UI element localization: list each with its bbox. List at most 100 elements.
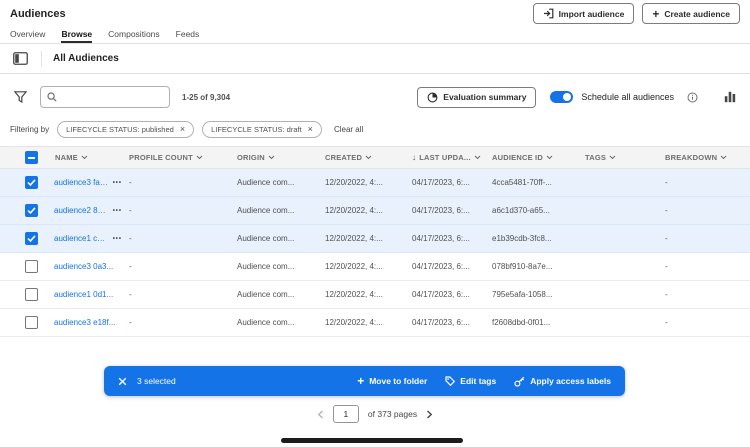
bulk-action-bar: 3 selected + Move to folder Edit tags Ap…	[104, 366, 625, 396]
audience-id-cell: e1b39cdb-3fc8...	[492, 234, 552, 243]
more-actions-button[interactable]: •••	[113, 180, 122, 186]
view-settings-icon[interactable]	[720, 87, 740, 107]
left-rail-toggle-icon[interactable]	[10, 50, 30, 68]
row-checkbox-cell	[0, 309, 48, 336]
filter-icon[interactable]	[10, 87, 30, 107]
row-checkbox[interactable]	[24, 316, 38, 329]
section-header: All Audiences	[0, 44, 750, 74]
page-number-input[interactable]	[332, 405, 359, 423]
breakdown-cell: -	[665, 318, 668, 327]
pagination: of 373 pages	[0, 404, 750, 424]
audience-name-cell: audience3 e18f... •••	[48, 318, 122, 327]
table-row[interactable]: audience1 0d1... ••• - Audience com... 1…	[0, 281, 750, 309]
apply-access-labels-button[interactable]: Apply access labels	[514, 376, 611, 387]
last-updated-cell: 04/17/2023, 6:...	[412, 178, 470, 187]
search-input[interactable]	[62, 92, 163, 102]
remove-filter-icon[interactable]: ×	[308, 125, 313, 134]
audiences-table: NAME PROFILE COUNT ORIGIN CREATED ↓ LAST…	[0, 146, 750, 337]
clear-all-filters[interactable]: Clear all	[334, 125, 363, 134]
toolbar: 1-25 of 9,304 Evaluation summary Schedul…	[10, 84, 740, 110]
last-updated-cell: 04/17/2023, 6:...	[412, 206, 470, 215]
last-updated-cell: 04/17/2023, 6:...	[412, 234, 470, 243]
row-checkbox[interactable]	[24, 260, 38, 273]
profile-count-cell: -	[129, 262, 132, 271]
column-header-origin[interactable]: ORIGIN	[230, 153, 318, 162]
breakdown-cell: -	[665, 206, 668, 215]
column-header-tags[interactable]: TAGS	[578, 153, 658, 162]
schedule-all-toggle[interactable]	[550, 91, 574, 103]
row-checkbox-cell	[0, 197, 48, 224]
column-label: BREAKDOWN	[665, 153, 718, 162]
tab-browse[interactable]: Browse	[61, 27, 92, 43]
sort-desc-icon: ↓	[412, 153, 417, 162]
table-row[interactable]: audience3 fa4... ••• - Audience com... 1…	[0, 169, 750, 197]
check-icon	[26, 235, 36, 242]
column-header-audience-id[interactable]: AUDIENCE ID	[485, 153, 578, 162]
table-row[interactable]: audience3 e18f... ••• - Audience com... …	[0, 309, 750, 337]
filter-bar: Filtering by LIFECYCLE STATUS: published…	[10, 121, 740, 138]
column-header-profile-count[interactable]: PROFILE COUNT	[122, 153, 230, 162]
last-updated-cell: 04/17/2023, 6:...	[412, 318, 470, 327]
table-row[interactable]: audience2 863... ••• - Audience com... 1…	[0, 197, 750, 225]
audience-name-link[interactable]: audience2 863...	[54, 206, 109, 215]
audience-id-cell: 795e5afa-1058...	[492, 290, 553, 299]
tab-feeds[interactable]: Feeds	[176, 27, 200, 43]
filter-chip-label: LIFECYCLE STATUS: published	[66, 125, 174, 134]
edit-tags-button[interactable]: Edit tags	[445, 376, 496, 386]
audience-id-cell: 078bf910-8a7e...	[492, 262, 553, 271]
move-to-folder-button[interactable]: + Move to folder	[357, 375, 427, 387]
import-audience-label: Import audience	[558, 8, 625, 19]
select-all-checkbox[interactable]	[24, 151, 38, 164]
table-row[interactable]: audience3 0a3... ••• - Audience com... 1…	[0, 253, 750, 281]
filter-chip-published[interactable]: LIFECYCLE STATUS: published ×	[57, 121, 195, 138]
profile-count-cell: -	[129, 234, 132, 243]
row-checkbox[interactable]	[24, 232, 38, 245]
create-audience-button[interactable]: + Create audience	[642, 3, 740, 24]
deselect-all-button[interactable]	[118, 377, 127, 386]
audience-name-cell: audience3 0a3... •••	[48, 262, 122, 271]
remove-filter-icon[interactable]: ×	[180, 125, 185, 134]
row-checkbox[interactable]	[24, 288, 38, 301]
table-row[interactable]: audience1 c62... ••• - Audience com... 1…	[0, 225, 750, 253]
audience-name-link[interactable]: audience1 0d1...	[54, 290, 113, 299]
row-checkbox[interactable]	[24, 204, 38, 217]
column-label: NAME	[55, 153, 78, 162]
created-cell: 12/20/2022, 4:...	[325, 206, 383, 215]
column-header-last-upda-[interactable]: ↓ LAST UPDA...	[405, 153, 485, 162]
schedule-toggle-label: Schedule all audiences	[581, 92, 674, 102]
tab-overview[interactable]: Overview	[10, 27, 45, 43]
origin-cell: Audience com...	[237, 234, 295, 243]
import-audience-button[interactable]: Import audience	[532, 3, 635, 24]
previous-page-button[interactable]	[317, 409, 324, 419]
last-updated-cell: 04/17/2023, 6:...	[412, 290, 470, 299]
table-body: audience3 fa4... ••• - Audience com... 1…	[0, 169, 750, 337]
chevron-down-icon	[365, 155, 372, 160]
audience-name-link[interactable]: audience3 fa4...	[54, 178, 109, 187]
next-page-button[interactable]	[426, 409, 433, 419]
origin-cell: Audience com...	[237, 262, 295, 271]
evaluation-summary-button[interactable]: Evaluation summary	[417, 86, 537, 108]
info-icon[interactable]	[682, 87, 702, 107]
check-icon	[26, 179, 36, 186]
breakdown-cell: -	[665, 262, 668, 271]
audience-name-cell: audience1 c62... •••	[48, 234, 122, 243]
audience-name-link[interactable]: audience3 0a3...	[54, 262, 113, 271]
audience-name-link[interactable]: audience3 e18f...	[54, 318, 115, 327]
more-actions-button[interactable]: •••	[113, 236, 122, 242]
tab-compositions[interactable]: Compositions	[108, 27, 160, 43]
filter-chip-draft[interactable]: LIFECYCLE STATUS: draft ×	[202, 121, 322, 138]
profile-count-cell: -	[129, 318, 132, 327]
column-header-breakdown[interactable]: BREAKDOWN	[658, 153, 750, 162]
more-actions-button[interactable]: •••	[113, 208, 122, 214]
column-header-created[interactable]: CREATED	[318, 153, 405, 162]
breakdown-cell: -	[665, 290, 668, 299]
created-cell: 12/20/2022, 4:...	[325, 290, 383, 299]
row-checkbox[interactable]	[24, 176, 38, 189]
breakdown-cell: -	[665, 234, 668, 243]
column-header-name[interactable]: NAME	[48, 153, 122, 162]
origin-cell: Audience com...	[237, 206, 295, 215]
check-icon	[26, 207, 36, 214]
audience-name-link[interactable]: audience1 c62...	[54, 234, 109, 243]
row-checkbox-cell	[0, 253, 48, 280]
horizontal-scrollbar[interactable]	[281, 438, 463, 443]
